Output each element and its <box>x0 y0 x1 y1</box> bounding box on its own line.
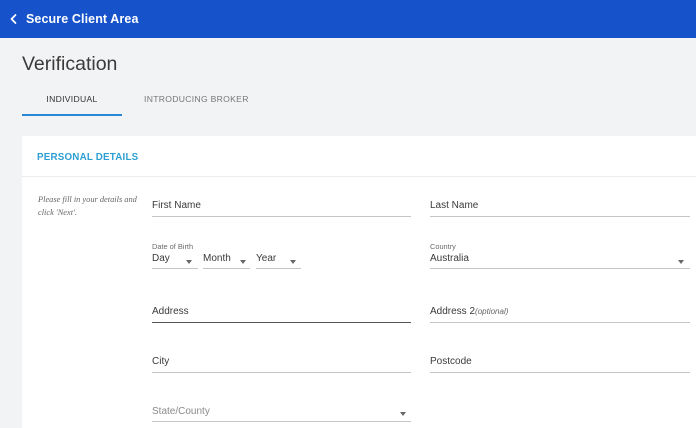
day-select-underline <box>152 268 198 269</box>
back-button[interactable]: Secure Client Area <box>0 0 139 38</box>
country-select[interactable]: Australia <box>430 250 690 269</box>
tab-individual[interactable]: INDIVIDUAL <box>22 86 122 116</box>
section-header: PERSONAL DETAILS <box>22 136 696 177</box>
address-field[interactable]: Address <box>152 302 411 323</box>
chevron-down-icon <box>678 260 684 264</box>
address-label: Address <box>152 306 189 317</box>
year-select[interactable]: Year <box>256 250 301 269</box>
city-field[interactable]: City <box>152 352 411 373</box>
first-name-field[interactable]: First Name <box>152 196 411 217</box>
last-name-field[interactable]: Last Name <box>430 196 690 217</box>
state-select[interactable]: State/County <box>152 402 411 422</box>
address2-field[interactable]: Address 2(optional) <box>430 302 690 323</box>
tab-bar: INDIVIDUAL INTRODUCING BROKER <box>22 86 250 116</box>
last-name-label: Last Name <box>430 200 479 211</box>
country-select-value: Australia <box>430 253 469 264</box>
first-name-label: First Name <box>152 200 201 211</box>
section-title: PERSONAL DETAILS <box>37 152 139 163</box>
address2-underline <box>430 322 690 323</box>
postcode-label: Postcode <box>430 356 472 367</box>
chevron-down-icon <box>186 260 192 264</box>
country-select-underline <box>430 268 690 269</box>
address2-label: Address 2(optional) <box>430 306 508 317</box>
address-underline <box>152 322 411 323</box>
year-select-value: Year <box>256 253 277 264</box>
first-name-underline <box>152 216 411 217</box>
month-select-underline <box>203 268 250 269</box>
postcode-field[interactable]: Postcode <box>430 352 690 373</box>
year-select-underline <box>256 268 301 269</box>
chevron-left-icon <box>10 14 17 24</box>
state-select-placeholder: State/County <box>152 406 210 417</box>
postcode-underline <box>430 372 690 373</box>
page-title: Verification <box>22 53 118 75</box>
city-label: City <box>152 356 170 367</box>
back-button-label: Secure Client Area <box>26 12 139 26</box>
day-select[interactable]: Day <box>152 250 198 269</box>
state-select-underline <box>152 421 411 422</box>
chevron-down-icon <box>240 260 246 264</box>
personal-details-card: PERSONAL DETAILS Please fill in your det… <box>22 136 696 428</box>
form-hint: Please fill in your details and click 'N… <box>38 195 137 217</box>
month-select-value: Month <box>203 253 231 264</box>
optional-tag: (optional) <box>475 307 509 316</box>
last-name-underline <box>430 216 690 217</box>
address2-label-text: Address 2 <box>430 306 476 317</box>
chevron-down-icon <box>290 260 296 264</box>
top-bar: Secure Client Area <box>0 0 696 38</box>
city-underline <box>152 372 411 373</box>
day-select-value: Day <box>152 253 170 264</box>
chevron-down-icon <box>400 412 406 416</box>
tab-introducing-broker[interactable]: INTRODUCING BROKER <box>122 86 250 116</box>
month-select[interactable]: Month <box>203 250 250 269</box>
